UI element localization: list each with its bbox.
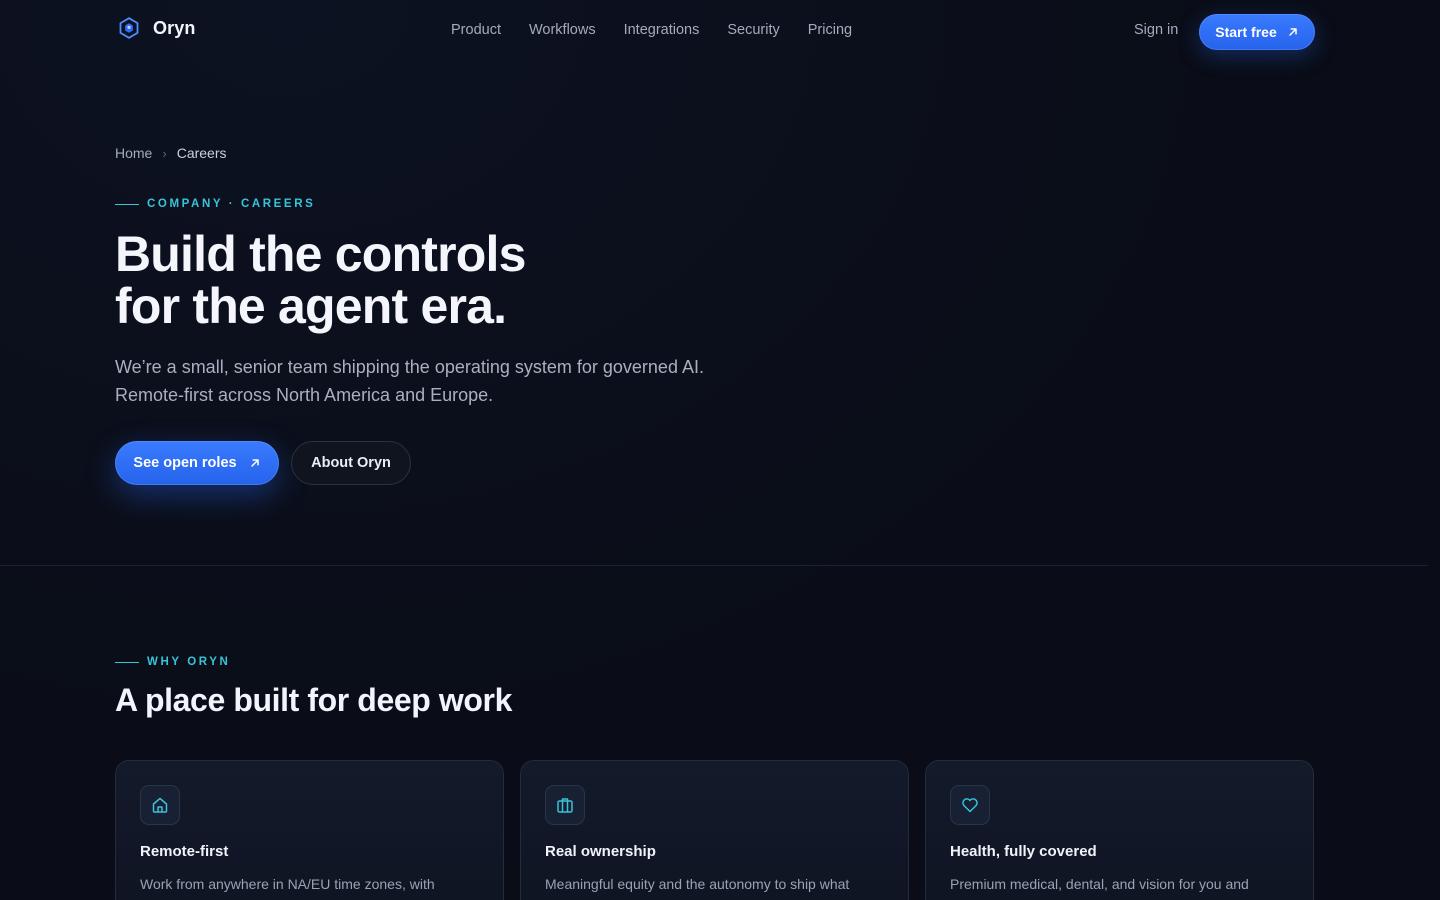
hero-eyebrow-label: COMPANY · CAREERS <box>147 198 316 210</box>
why-section-title: A place built for deep work <box>115 682 512 718</box>
card-icon-box <box>545 785 585 825</box>
card-description: Premium medical, dental, and vision for … <box>950 876 1249 892</box>
card-icon-box <box>950 785 990 825</box>
card-icon-box <box>140 785 180 825</box>
eyebrow-rule <box>115 203 139 205</box>
arrow-up-right-icon <box>250 459 259 467</box>
briefcase-icon <box>557 798 573 813</box>
breadcrumb: Home › Careers <box>115 145 227 161</box>
eyebrow-rule <box>115 661 139 663</box>
top-nav: Oryn Product Workflows Integrations Secu… <box>0 0 1440 64</box>
brand-logo[interactable]: Oryn <box>117 16 195 40</box>
oryn-logo-icon <box>119 17 139 39</box>
chevron-right-icon: › <box>162 145 167 161</box>
card-description: Work from anywhere in NA/EU time zones, … <box>140 876 435 892</box>
why-eyebrow: WHY ORYN <box>115 656 230 668</box>
benefit-card-remote: Remote-first Work from anywhere in NA/EU… <box>115 760 504 900</box>
start-free-button[interactable]: Start free <box>1199 14 1315 50</box>
nav-link-workflows[interactable]: Workflows <box>529 22 596 38</box>
breadcrumb-current: Careers <box>176 145 227 161</box>
brand-name: Oryn <box>153 17 196 38</box>
hero-title-line-2: for the agent era. <box>115 278 507 334</box>
main-nav-links: Product Workflows Integrations Security … <box>451 22 852 38</box>
about-oryn-label: About Oryn <box>311 455 391 471</box>
hero-title-line-1: Build the controls <box>115 226 526 282</box>
nav-link-security[interactable]: Security <box>727 22 779 38</box>
hero-subtitle: We’re a small, senior team shipping the … <box>115 353 815 409</box>
careers-page: Oryn Product Workflows Integrations Secu… <box>0 0 1440 900</box>
about-oryn-button[interactable]: About Oryn <box>291 441 411 485</box>
benefit-card-ownership: Real ownership Meaningful equity and the… <box>520 760 909 900</box>
section-divider <box>0 565 1428 566</box>
start-free-label: Start free <box>1215 24 1277 40</box>
see-open-roles-label: See open roles <box>133 455 237 471</box>
home-icon <box>152 797 168 813</box>
benefit-card-health: Health, fully covered Premium medical, d… <box>925 760 1314 900</box>
sign-in-link[interactable]: Sign in <box>1134 22 1178 38</box>
see-open-roles-button[interactable]: See open roles <box>115 441 279 485</box>
hero-subtitle-line-1: We’re a small, senior team shipping the … <box>115 357 704 377</box>
card-description: Meaningful equity and the autonomy to sh… <box>545 876 850 892</box>
nav-link-pricing[interactable]: Pricing <box>808 22 852 38</box>
nav-link-product[interactable]: Product <box>451 22 501 38</box>
hero-title: Build the controls for the agent era. <box>115 228 526 332</box>
hero-eyebrow: COMPANY · CAREERS <box>115 198 315 210</box>
hero-subtitle-line-2: Remote-first across North America and Eu… <box>115 385 494 405</box>
arrow-up-right-icon <box>1288 28 1297 36</box>
card-title: Health, fully covered <box>950 843 1097 860</box>
card-title: Remote-first <box>140 843 229 860</box>
why-eyebrow-label: WHY ORYN <box>147 656 231 668</box>
card-title: Real ownership <box>545 843 656 860</box>
heart-icon <box>962 798 978 813</box>
breadcrumb-home[interactable]: Home <box>115 145 152 161</box>
nav-link-integrations[interactable]: Integrations <box>624 22 700 38</box>
